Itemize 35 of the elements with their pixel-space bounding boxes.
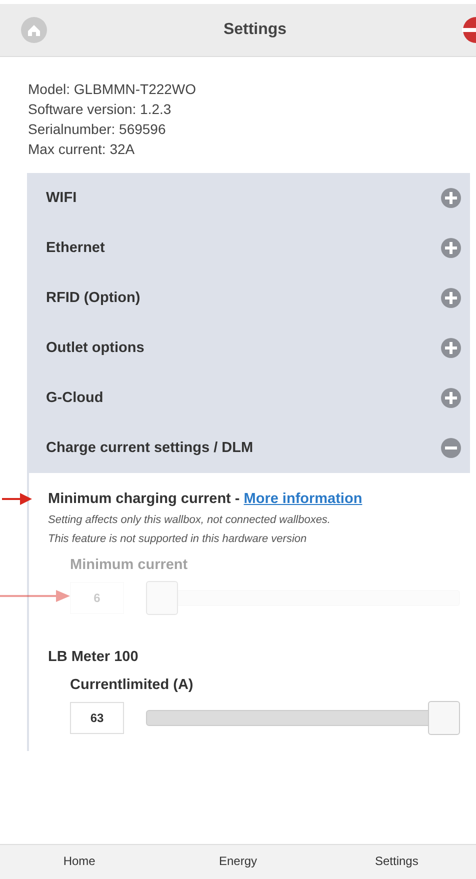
expand-icon[interactable]	[440, 237, 462, 259]
slider-track[interactable]	[146, 701, 460, 735]
accordion-header[interactable]: RFID (Option)	[27, 273, 470, 323]
flag-icon[interactable]	[462, 16, 476, 44]
annotation-arrow-icon	[2, 493, 32, 505]
accordion-header[interactable]: Ethernet	[27, 223, 470, 273]
accordion-header[interactable]: G-Cloud	[27, 373, 470, 423]
expand-icon[interactable]	[440, 337, 462, 359]
accordion-header[interactable]: Charge current settings / DLM	[27, 423, 470, 473]
value-field[interactable]: 63	[70, 702, 124, 734]
more-information-link[interactable]: More information	[244, 491, 362, 507]
nav-tab[interactable]: Settings	[317, 845, 476, 879]
nav-tab[interactable]: Energy	[158, 845, 318, 879]
note-text: Setting affects only this wallbox, not connected wallboxes.	[48, 514, 332, 526]
collapse-icon[interactable]	[440, 437, 462, 459]
device-info-text: Software version: 1.2.3	[28, 100, 172, 119]
setting-heading: Minimum charging current -	[48, 491, 241, 507]
slider-track[interactable]	[146, 581, 460, 615]
accordion-header[interactable]: WIFI	[27, 173, 470, 223]
accordion-header[interactable]: Outlet options	[27, 323, 470, 373]
device-info-text: Max current: 32A	[28, 140, 136, 159]
expand-icon[interactable]	[440, 287, 462, 309]
device-info-text: Serialnumber: 569596	[28, 120, 167, 139]
slider-label: Currentlimited (A)	[70, 677, 194, 693]
expand-icon[interactable]	[440, 187, 462, 209]
nav-tab[interactable]: Home	[0, 845, 159, 879]
home-icon[interactable]	[20, 16, 48, 44]
note-text: This feature is not supported in this hardware version	[48, 533, 308, 545]
expand-icon[interactable]	[440, 387, 462, 409]
page-title: Settings	[222, 21, 288, 39]
device-heading: LB Meter 100	[48, 649, 140, 665]
device-info-text: Model: GLBMMN-T222WO	[28, 80, 198, 99]
annotation-arrow-icon	[0, 590, 70, 602]
slider-thumb[interactable]	[428, 701, 460, 735]
slider-label: Minimum current	[70, 557, 189, 573]
